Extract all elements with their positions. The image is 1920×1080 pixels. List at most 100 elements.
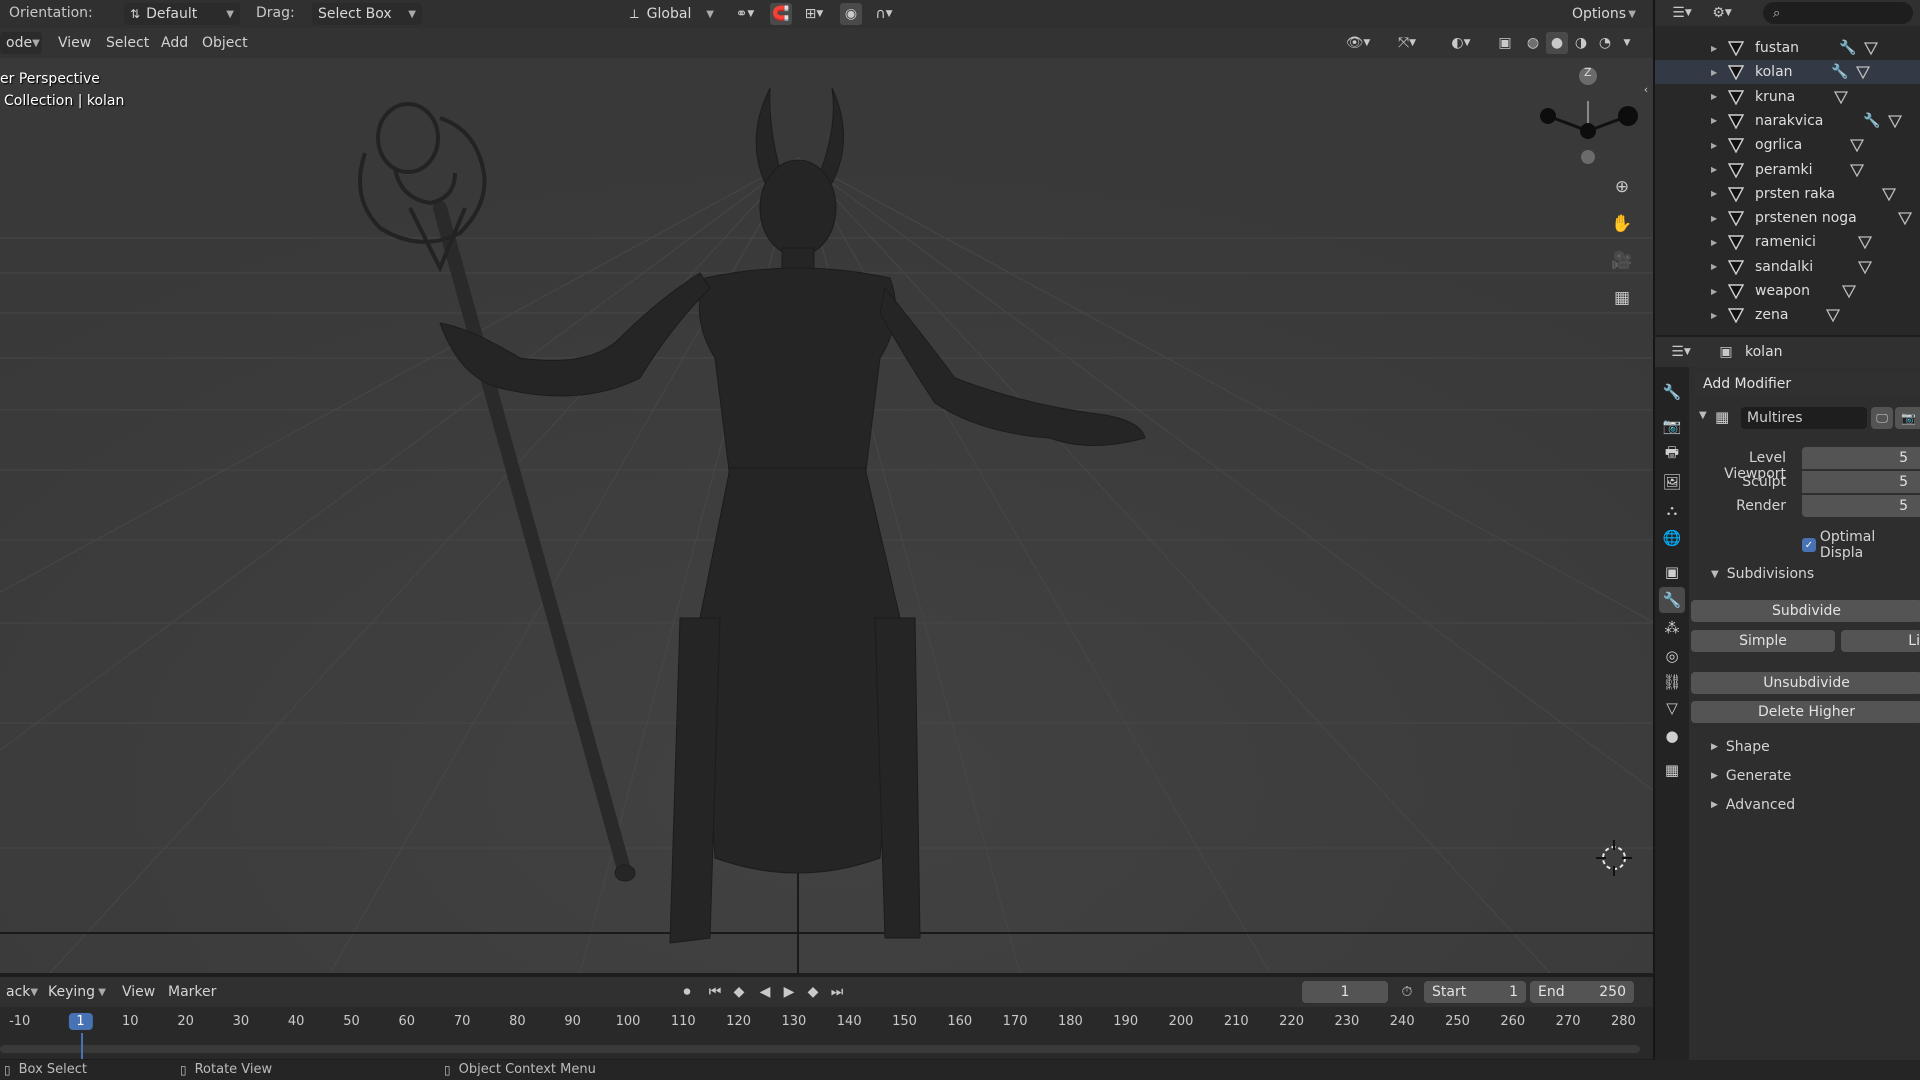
outliner-item[interactable]: ▶ weapon (1655, 279, 1920, 303)
modifier-tab-icon[interactable]: 🔧 (1659, 587, 1685, 613)
add-modifier-dropdown[interactable]: Add Modifier (1695, 373, 1920, 395)
outliner[interactable]: ☰ ▼ ⚙ ▼ ⌕ ▶ fustan 🔧 ▶ kolan 🔧 ▶ kruna ▶ narakvica 🔧… (1653, 0, 1920, 335)
wrench-icon[interactable]: 🔧 (1863, 113, 1880, 129)
mesh-data-icon[interactable] (1887, 113, 1903, 129)
wrench-icon[interactable]: 🔧 (1839, 40, 1856, 56)
expand-triangle-icon[interactable]: ▶ (1711, 92, 1717, 101)
outliner-item[interactable]: ▶ sandalki (1655, 255, 1920, 279)
shading-options-icon[interactable]: ▼ (1618, 32, 1636, 54)
record-icon[interactable]: ⏺ (676, 981, 698, 1003)
material-shading-icon[interactable]: ◑ (1570, 32, 1592, 54)
sculpt-level-field[interactable]: 5 (1802, 471, 1920, 493)
properties-editor-type-icon[interactable]: ☰ ▼ (1665, 341, 1697, 363)
shape-subpanel-header[interactable]: ▶ Shape (1711, 739, 1770, 755)
outliner-item[interactable]: ▶ kolan 🔧 (1655, 60, 1920, 85)
outliner-item[interactable]: ▶ fustan 🔧 (1655, 36, 1920, 60)
overlays-icon[interactable]: ◐ ▼ (1438, 32, 1484, 54)
constraints-tab-icon[interactable]: ⛓ (1659, 669, 1685, 695)
orientation-dropdown[interactable]: ⇅ Default ▼ (124, 3, 240, 25)
prev-keyframe-icon[interactable]: ◆ (728, 981, 750, 1003)
gizmo-z-label[interactable]: Z (1584, 66, 1592, 79)
properties-editor[interactable]: ☰ ▼ ▣ kolan 🔧 📷 🖶 🖼 ⛬ 🌐 ▣ 🔧 ⁂ ◎ ⛓ ▽ ● ▦ A… (1653, 337, 1920, 1060)
stopwatch-icon[interactable]: ⏱ (1396, 981, 1418, 1003)
view-layer-tab-icon[interactable]: 🖼 (1659, 469, 1685, 495)
mesh-data-tab-icon[interactable]: ▽ (1659, 695, 1685, 721)
options-dropdown[interactable]: Options ▼ (1566, 3, 1642, 25)
play-reverse-icon[interactable]: ◀ (754, 981, 776, 1003)
play-icon[interactable]: ▶ (778, 981, 800, 1003)
start-frame-field[interactable]: Start 1 (1424, 981, 1526, 1003)
render-tab-icon[interactable]: 📷 (1659, 413, 1685, 439)
outliner-item[interactable]: ▶ ramenici (1655, 230, 1920, 254)
solid-shading-icon[interactable]: ● (1546, 32, 1568, 54)
expand-triangle-icon[interactable]: ▶ (1711, 311, 1717, 320)
mesh-data-icon[interactable] (1849, 137, 1865, 153)
expand-triangle-icon[interactable]: ▶ (1711, 214, 1717, 223)
mesh-data-icon[interactable] (1857, 259, 1873, 275)
timeline-menu-view[interactable]: View (116, 981, 161, 1003)
mesh-data-icon[interactable] (1855, 64, 1871, 80)
current-frame-field[interactable]: 1 (1302, 981, 1388, 1003)
collapse-arrow-icon[interactable]: ‹ (1640, 78, 1652, 100)
display-render-toggle[interactable]: 📷 (1895, 407, 1920, 429)
mesh-data-icon[interactable] (1849, 162, 1865, 178)
scene-tab-icon[interactable]: ⛬ (1659, 497, 1685, 523)
subdivide-button[interactable]: Subdivide (1691, 600, 1920, 622)
modifier-name-field[interactable]: Multires (1741, 407, 1867, 429)
texture-tab-icon[interactable]: ▦ (1659, 757, 1685, 783)
proportional-edit-icon[interactable]: ◉ (840, 3, 862, 25)
mesh-data-icon[interactable] (1881, 186, 1897, 202)
material-tab-icon[interactable]: ● (1659, 723, 1685, 749)
timeline-menu-marker[interactable]: Marker (162, 981, 222, 1003)
menu-view[interactable]: View (52, 32, 97, 54)
falloff-icon[interactable]: ∩ ▼ (866, 3, 902, 25)
outliner-item[interactable]: ▶ narakvica 🔧 (1655, 109, 1920, 133)
collapse-triangle-icon[interactable]: ▼ (1699, 410, 1707, 421)
outliner-item[interactable]: ▶ ogrlica (1655, 133, 1920, 157)
rendered-shading-icon[interactable]: ◔ (1594, 32, 1616, 54)
drag-dropdown[interactable]: Select Box ▼ (312, 3, 422, 25)
expand-triangle-icon[interactable]: ▶ (1711, 238, 1717, 247)
end-frame-field[interactable]: End 250 (1530, 981, 1634, 1003)
render-level-field[interactable]: 5 (1802, 495, 1920, 517)
wrench-icon[interactable]: 🔧 (1831, 64, 1848, 80)
wireframe-shading-icon[interactable]: ◍ (1522, 32, 1544, 54)
subdivisions-subpanel-header[interactable]: ▼ Subdivisions (1711, 566, 1814, 582)
expand-triangle-icon[interactable]: ▶ (1711, 189, 1717, 198)
particles-tab-icon[interactable]: ⁂ (1659, 615, 1685, 641)
menu-add[interactable]: Add (155, 32, 194, 54)
expand-triangle-icon[interactable]: ▶ (1711, 262, 1717, 271)
expand-triangle-icon[interactable]: ▶ (1711, 68, 1717, 77)
editor-type-icon[interactable]: ☰ ▼ (1667, 2, 1697, 24)
mesh-data-icon[interactable] (1841, 283, 1857, 299)
outliner-item[interactable]: ▶ peramki (1655, 158, 1920, 182)
display-mode-icon[interactable]: ⚙ ▼ (1707, 2, 1737, 24)
keying-dropdown[interactable]: Keying ▼ (42, 981, 112, 1003)
expand-triangle-icon[interactable]: ▶ (1711, 287, 1717, 296)
mesh-data-icon[interactable] (1825, 307, 1841, 323)
menu-object[interactable]: Object (196, 32, 254, 54)
mesh-data-icon[interactable] (1857, 234, 1873, 250)
expand-triangle-icon[interactable]: ▶ (1711, 165, 1717, 174)
object-tab-icon[interactable]: ▣ (1659, 559, 1685, 585)
unsubdivide-button[interactable]: Unsubdivide (1691, 672, 1920, 694)
output-tab-icon[interactable]: 🖶 (1659, 441, 1685, 467)
level-viewport-field[interactable]: 5 (1802, 447, 1920, 469)
linear-button[interactable]: Li (1841, 630, 1920, 652)
expand-triangle-icon[interactable]: ▶ (1711, 141, 1717, 150)
menu-select[interactable]: Select (100, 32, 155, 54)
jump-start-icon[interactable]: ⏮ (704, 981, 726, 1003)
generate-subpanel-header[interactable]: ▶ Generate (1711, 768, 1791, 784)
world-tab-icon[interactable]: 🌐 (1659, 525, 1685, 551)
timeline-scrollbar[interactable] (0, 1045, 1640, 1053)
next-keyframe-icon[interactable]: ◆ (802, 981, 824, 1003)
gizmo-icon[interactable]: ⤧ ▼ (1384, 32, 1430, 54)
transform-orientation-dropdown[interactable]: ⟂ Global ▼ (624, 3, 720, 25)
optimal-display-checkbox[interactable]: ✓ Optimal Displa (1802, 529, 1920, 561)
pivot-point-icon[interactable]: ⚭ ▼ (728, 3, 762, 25)
jump-end-icon[interactable]: ⏭ (826, 981, 848, 1003)
xray-icon[interactable]: ▣ (1494, 32, 1516, 54)
visibility-icon[interactable]: 👁 ▼ (1340, 32, 1376, 54)
delete-higher-button[interactable]: Delete Higher (1691, 701, 1920, 723)
mesh-data-icon[interactable] (1863, 40, 1879, 56)
